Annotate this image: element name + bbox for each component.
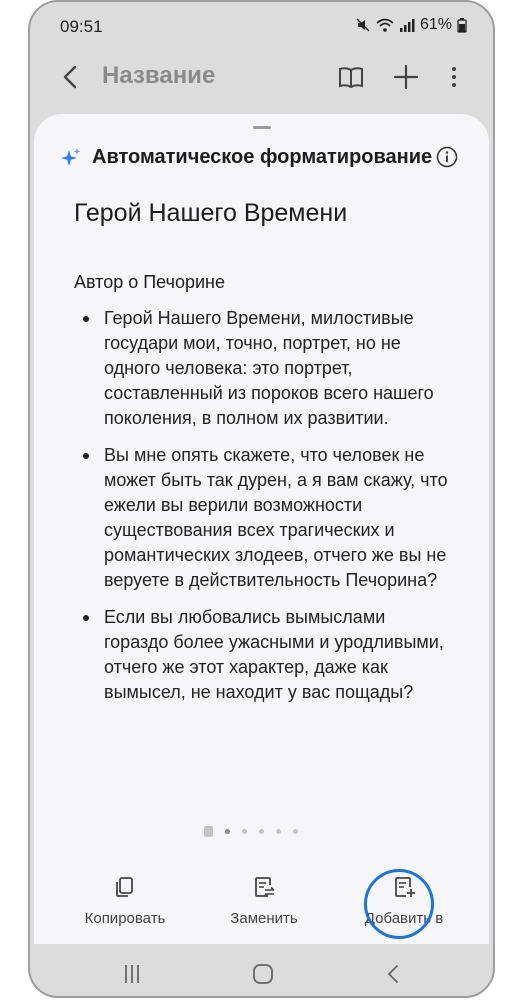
- bullet-item: Если вы любовались вымыслами гораздо бол…: [79, 605, 449, 705]
- battery-percent: 61%: [419, 16, 452, 33]
- replace-button[interactable]: Заменить: [204, 874, 324, 927]
- status-time: 09:51: [60, 17, 103, 36]
- page-indicator: [204, 826, 298, 837]
- content-fade: [34, 754, 489, 814]
- highlight-ring: [364, 869, 434, 939]
- back-arrow-icon[interactable]: [56, 62, 86, 92]
- phone-frame: 09:51 61% Название Автоматическое формат…: [28, 0, 495, 1000]
- screen: 09:51 61% Название Автоматическое формат…: [28, 0, 495, 998]
- copy-icon: [116, 877, 133, 897]
- ai-sparkle-icon: [61, 147, 81, 166]
- copy-label: Копировать: [84, 910, 166, 927]
- section-heading: Автор о Печорине: [74, 272, 226, 292]
- drag-handle[interactable]: [253, 126, 271, 129]
- mute-icon: [356, 18, 370, 32]
- info-icon[interactable]: [436, 146, 458, 168]
- system-nav-bar: [30, 944, 493, 996]
- sheet-title: Автоматическое форматирование: [92, 146, 433, 168]
- wifi-icon: [376, 18, 394, 32]
- app-bar: Название: [30, 52, 493, 104]
- copy-button[interactable]: Копировать: [65, 874, 185, 927]
- more-options-icon[interactable]: [439, 62, 469, 92]
- replace-icon: [255, 877, 275, 898]
- battery-icon: [457, 18, 467, 33]
- bullet-item: Вы мне опять скажете, что человек не мож…: [79, 443, 449, 593]
- sheet-header: Автоматическое форматирование: [60, 146, 432, 169]
- back-nav-icon[interactable]: [382, 962, 406, 986]
- plus-icon[interactable]: [391, 62, 421, 92]
- status-bar: 09:51 61%: [30, 2, 493, 52]
- note-title: Название: [102, 62, 216, 89]
- home-icon[interactable]: [251, 962, 275, 986]
- page-dot: [293, 829, 298, 834]
- signal-icon: [399, 19, 415, 32]
- replace-label: Заменить: [230, 910, 298, 927]
- book-icon[interactable]: [336, 62, 366, 92]
- page-dot: [276, 829, 281, 834]
- bullet-list: Герой Нашего Времени, милостивые государ…: [79, 306, 449, 717]
- recent-apps-icon[interactable]: [120, 962, 144, 986]
- page-dot: [259, 829, 264, 834]
- document-title: Герой Нашего Времени: [74, 199, 348, 227]
- page-dot: [242, 829, 247, 834]
- auto-format-sheet: Автоматическое форматирование Герой Наше…: [34, 114, 489, 944]
- page-indicator-doc-icon: [204, 826, 213, 837]
- status-icons: 61%: [355, 16, 467, 34]
- bullet-item: Герой Нашего Времени, милостивые государ…: [79, 306, 449, 431]
- page-dot: [225, 829, 230, 834]
